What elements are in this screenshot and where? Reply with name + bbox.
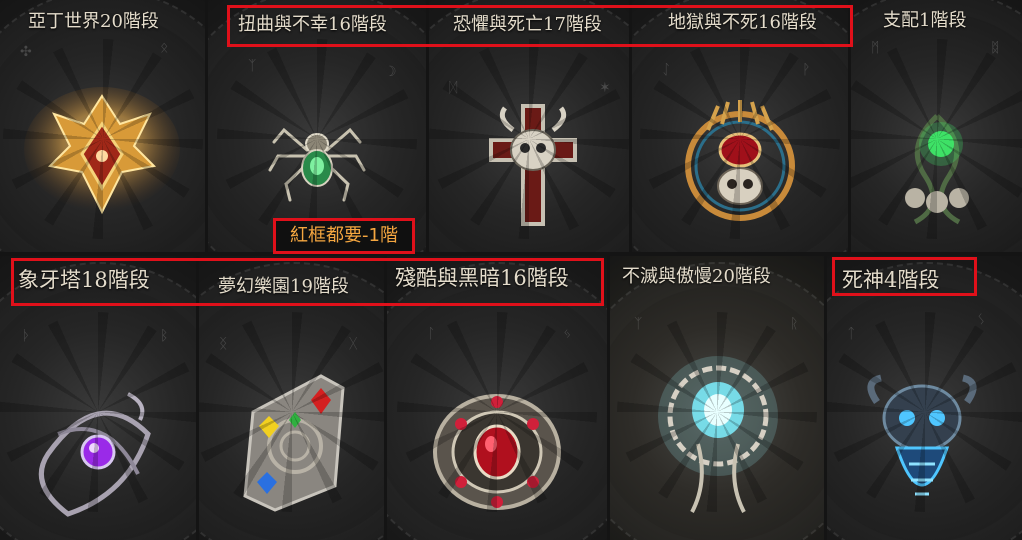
rune-glyph: ✶ — [599, 80, 611, 96]
aspect-tile-1[interactable]: ✣ ᛟ 亞丁世界20階段 — [0, 0, 205, 252]
aspect-tile-5[interactable]: ᛗ ᛥ 支配1階段 — [851, 0, 1022, 252]
jeweled-tablet-charm-icon — [243, 374, 345, 512]
ruby-ornate-charm-icon — [433, 394, 561, 510]
rune-glyph: ᛒ — [160, 328, 169, 344]
rune-glyph: ᛇ — [662, 62, 671, 78]
highlight-frame-top — [227, 5, 853, 47]
annotation-note: 紅框都要-1階 — [273, 218, 415, 254]
aspect-label: 亞丁世界20階段 — [28, 11, 159, 32]
rune-glyph: ᛃ — [563, 326, 572, 342]
horned-skull-charm-icon — [685, 100, 795, 221]
rune-glyph: ᛥ — [991, 40, 1000, 56]
rune-glyph: ᚹ — [802, 62, 811, 78]
rune-glyph: ᛟ — [160, 40, 169, 56]
rune-glyph: ✣ — [20, 44, 32, 60]
green-skull-vine-charm-icon — [905, 114, 969, 225]
golden-flame-charm-icon — [24, 87, 180, 215]
rune-glyph: ᛗ — [871, 40, 880, 56]
skull-cross-charm-icon — [489, 104, 577, 226]
rune-glyph: ᛉ — [634, 316, 643, 332]
rune-glyph: ᛞ — [449, 80, 458, 96]
aspect-tile-10[interactable]: ᛏ ᛊ — [827, 256, 1022, 540]
rune-glyph: ᚦ — [22, 328, 31, 344]
aspect-tile-9[interactable]: ᛉ ᚱ — [610, 256, 824, 540]
rune-glyph: ᛚ — [427, 326, 436, 342]
rune-glyph: ᛉ — [248, 58, 257, 74]
highlight-frame-bottom-right — [832, 257, 977, 296]
purple-gem-knot-charm-icon — [38, 392, 151, 517]
blue-reaper-skull-charm-icon — [867, 374, 977, 496]
spider-charm-icon — [268, 127, 366, 202]
rune-glyph: ᛊ — [977, 312, 986, 328]
spectral-ring-charm-icon — [658, 356, 778, 513]
rune-glyph: ☽ — [384, 64, 397, 80]
rune-glyph: ᛝ — [219, 336, 228, 352]
aspect-label: 不滅與傲慢20階段 — [622, 266, 771, 287]
highlight-frame-bottom-left — [11, 258, 604, 306]
rune-glyph: ᛏ — [847, 326, 856, 342]
rune-glyph: ᚷ — [349, 336, 358, 352]
aspect-label: 支配1階段 — [883, 10, 967, 31]
rune-glyph: ᚱ — [790, 316, 799, 332]
